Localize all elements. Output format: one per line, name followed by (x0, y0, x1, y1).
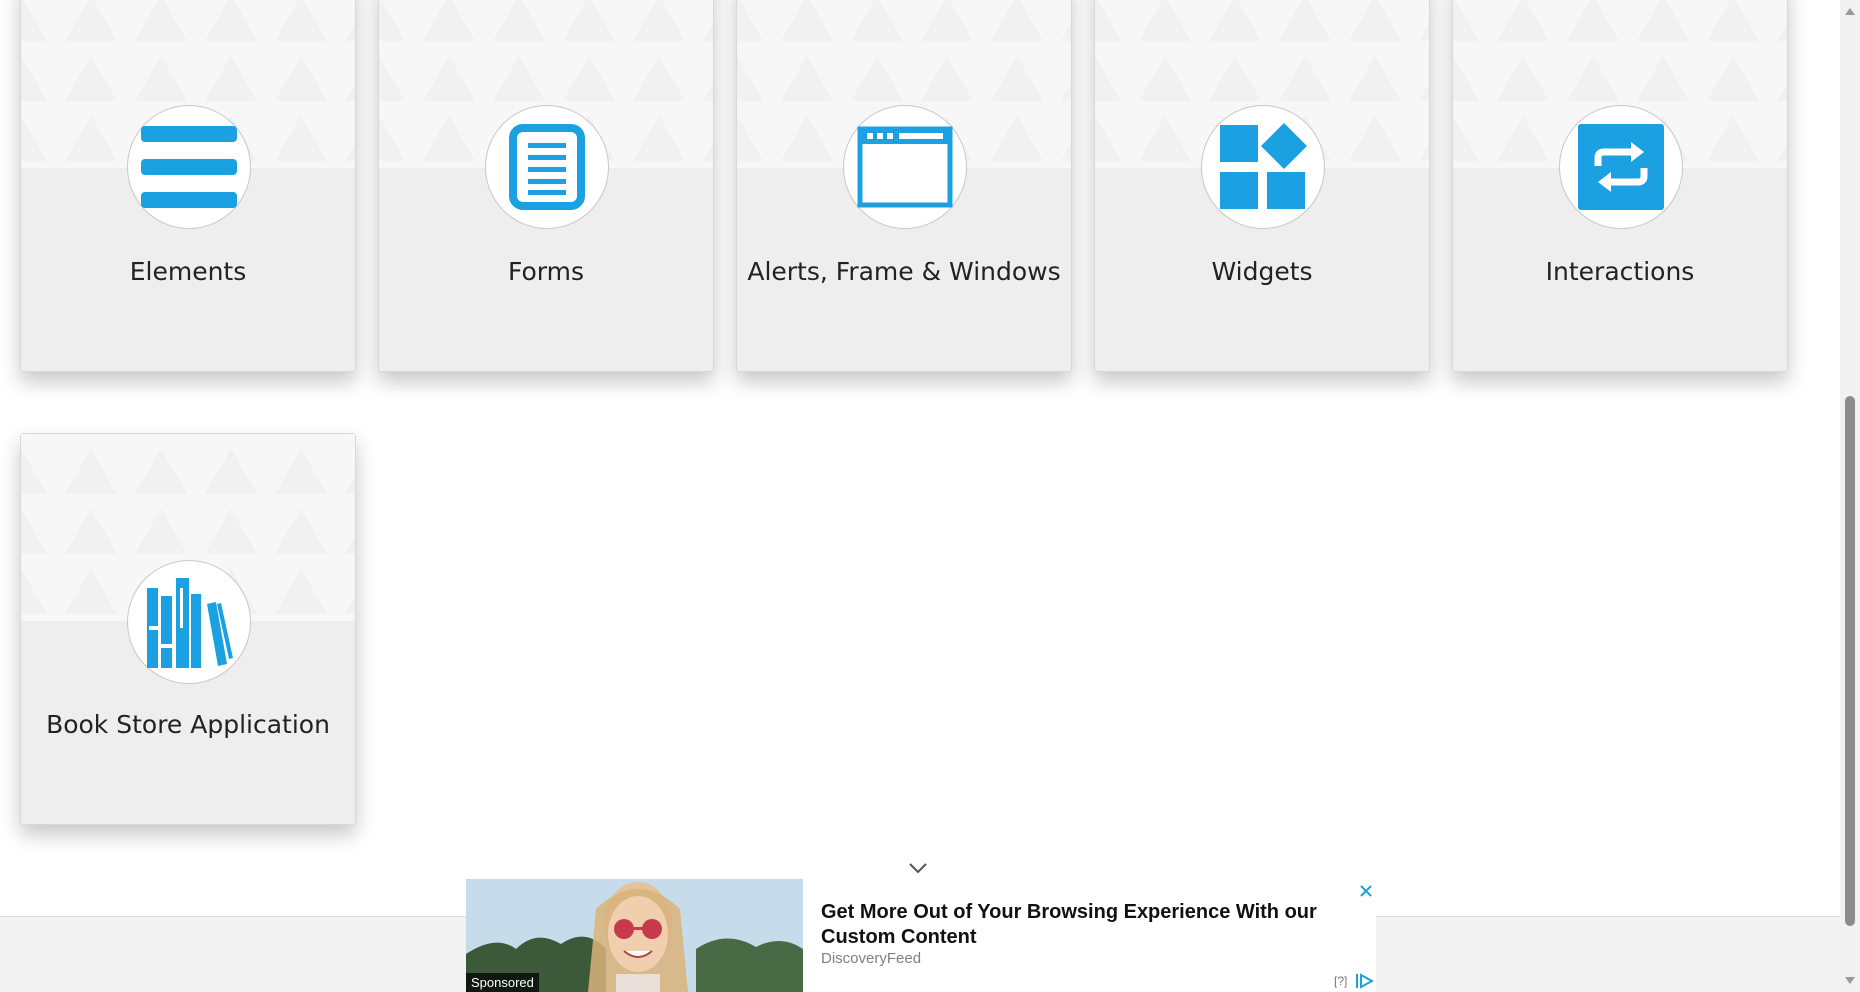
card-elements[interactable]: Elements (20, 0, 356, 372)
scroll-down-arrow-icon[interactable] (1845, 977, 1855, 984)
card-book-store[interactable]: Book Store Application (20, 433, 356, 825)
document-icon (509, 124, 585, 210)
card-title: Interactions (1545, 257, 1695, 286)
close-icon[interactable] (1356, 881, 1376, 901)
card-title: Elements (129, 257, 247, 286)
list-lines-icon (141, 126, 237, 208)
card-title: Alerts, Frame & Windows (747, 257, 1061, 286)
card-title: Forms (507, 257, 584, 286)
sponsored-label: Sponsored (466, 973, 539, 992)
adchoices-icon[interactable] (1354, 973, 1374, 989)
card-icon-circle (127, 105, 251, 229)
repeat-arrows-icon (1578, 124, 1664, 210)
ad-headline[interactable]: Get More Out of Your Browsing Experience… (821, 900, 1341, 950)
ad-help-link[interactable]: [?] (1334, 974, 1347, 988)
card-interactions[interactable]: Interactions (1452, 0, 1788, 372)
widgets-icon (1220, 123, 1307, 209)
books-icon (147, 578, 233, 668)
card-alerts-frame-windows[interactable]: Alerts, Frame & Windows (736, 0, 1072, 372)
card-icon-circle (1559, 105, 1683, 229)
scroll-up-arrow-icon[interactable] (1845, 8, 1855, 15)
card-icon-circle (485, 105, 609, 229)
card-title: Book Store Application (46, 710, 330, 739)
browser-window-icon (857, 126, 953, 208)
card-title: Widgets (1211, 257, 1313, 286)
scrollbar-thumb[interactable] (1845, 396, 1855, 926)
sponsored-ad[interactable]: Sponsored Get More Out of Your Browsing … (466, 879, 1376, 992)
card-icon-circle (843, 105, 967, 229)
ad-image[interactable]: Sponsored (466, 879, 803, 992)
card-forms[interactable]: Forms (378, 0, 714, 372)
scrollbar[interactable] (1840, 0, 1860, 992)
card-icon-circle (1201, 105, 1325, 229)
chevron-down-icon[interactable] (908, 860, 928, 876)
card-widgets[interactable]: Widgets (1094, 0, 1430, 372)
ad-advertiser[interactable]: DiscoveryFeed (821, 950, 921, 967)
card-icon-circle (127, 560, 251, 684)
page-viewport: Elements Forms Alerts, Frame & Windows W… (0, 0, 1840, 992)
